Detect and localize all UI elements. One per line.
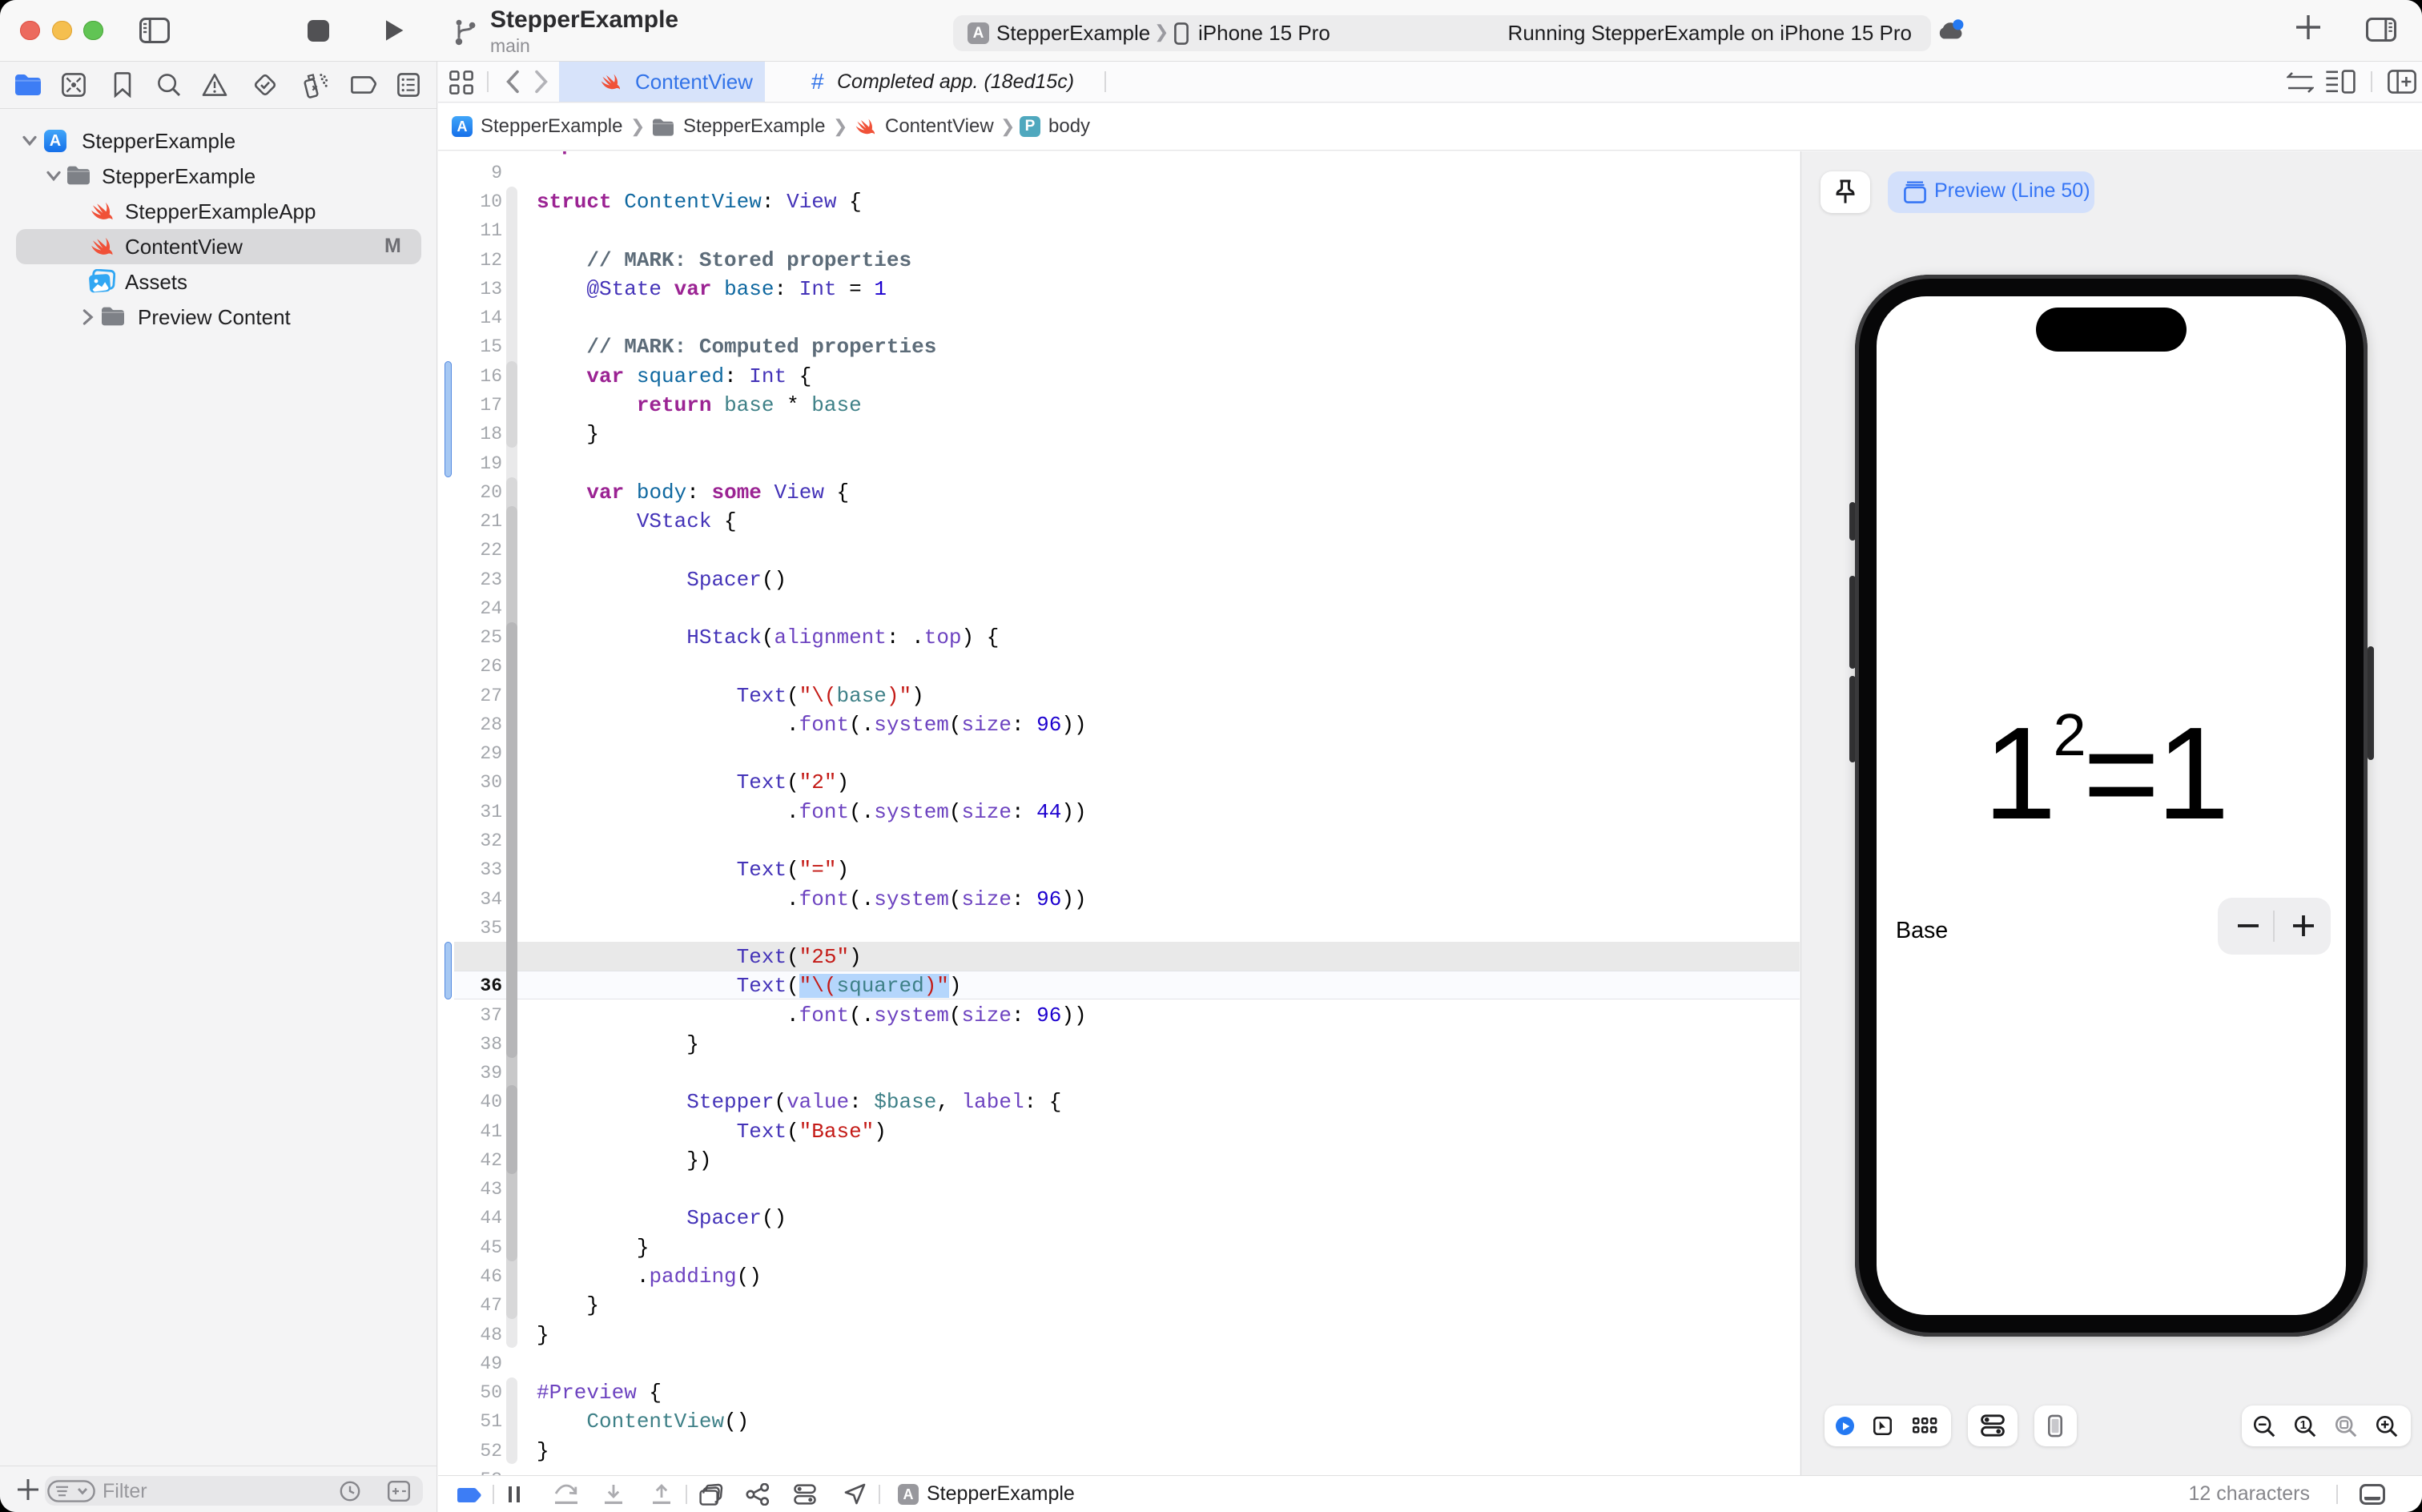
svg-text:1: 1 [2300, 1419, 2307, 1432]
